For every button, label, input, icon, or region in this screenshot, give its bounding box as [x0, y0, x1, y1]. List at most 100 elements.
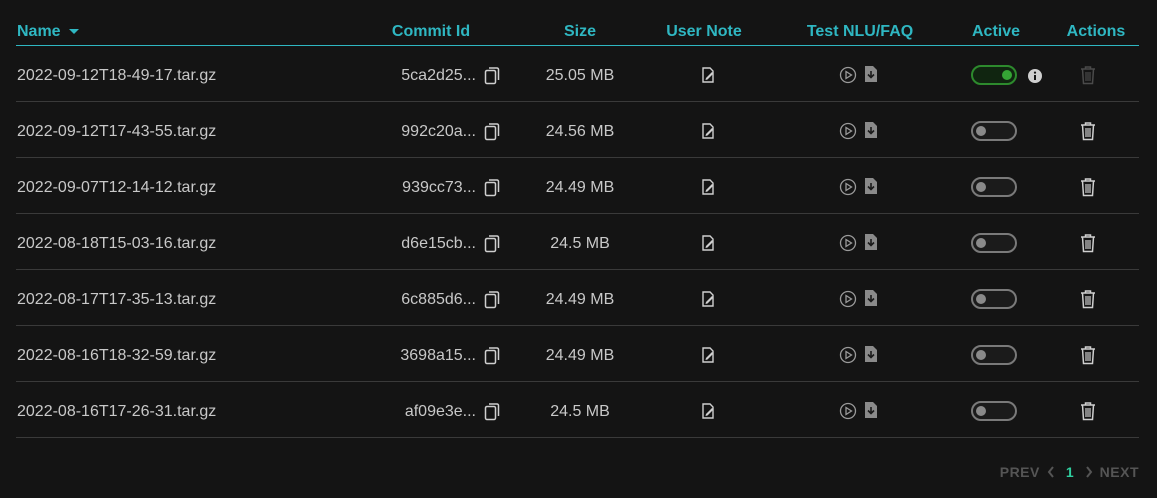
play-icon[interactable]	[839, 290, 857, 308]
toggle-knob	[976, 182, 986, 192]
active-toggle[interactable]	[971, 289, 1017, 309]
table-row: 2022-09-12T17-43-55.tar.gz 992c20a... 24…	[16, 102, 1139, 158]
download-file-icon[interactable]	[864, 401, 878, 419]
commit-id: 3698a15...	[400, 347, 476, 364]
active-toggle[interactable]	[971, 121, 1017, 141]
prev-button[interactable]: PREV	[1000, 464, 1040, 480]
row-size: 24.5 MB	[550, 403, 610, 420]
download-file-icon[interactable]	[864, 345, 878, 363]
row-name: 2022-08-17T17-35-13.tar.gz	[17, 291, 217, 308]
copy-icon[interactable]	[484, 347, 500, 365]
row-commit: 939cc73...	[356, 179, 506, 197]
column-header-name[interactable]: Name	[17, 23, 79, 41]
table-row: 2022-09-07T12-14-12.tar.gz 939cc73... 24…	[16, 158, 1139, 214]
commit-id: d6e15cb...	[401, 235, 476, 252]
column-header-actions: Actions	[1066, 23, 1126, 40]
edit-note-icon[interactable]	[699, 234, 717, 252]
trash-icon[interactable]	[1079, 401, 1097, 421]
copy-icon[interactable]	[484, 123, 500, 141]
play-icon[interactable]	[839, 234, 857, 252]
row-commit: 3698a15...	[356, 347, 506, 365]
active-toggle[interactable]	[971, 345, 1017, 365]
download-file-icon[interactable]	[864, 289, 878, 307]
edit-note-icon[interactable]	[699, 122, 717, 140]
download-file-icon[interactable]	[864, 65, 878, 83]
row-name: 2022-08-16T18-32-59.tar.gz	[17, 347, 217, 364]
table-row: 2022-08-18T15-03-16.tar.gz d6e15cb... 24…	[16, 214, 1139, 270]
trash-icon	[1079, 65, 1097, 85]
table-header: Name Commit Id Size User Note Test NLU/F…	[16, 16, 1139, 46]
table-row: 2022-08-17T17-35-13.tar.gz 6c885d6... 24…	[16, 270, 1139, 326]
toggle-knob	[976, 294, 986, 304]
row-size: 24.49 MB	[545, 291, 615, 308]
toggle-knob	[976, 350, 986, 360]
row-size: 24.5 MB	[550, 235, 610, 252]
play-icon[interactable]	[839, 66, 857, 84]
trash-icon[interactable]	[1079, 345, 1097, 365]
commit-id: af09e3e...	[404, 403, 476, 420]
row-commit: 6c885d6...	[356, 291, 506, 309]
copy-icon[interactable]	[484, 67, 500, 85]
table-row: 2022-08-16T18-32-59.tar.gz 3698a15... 24…	[16, 326, 1139, 382]
sort-desc-icon[interactable]	[68, 29, 79, 35]
active-toggle[interactable]	[971, 177, 1017, 197]
table-row: 2022-08-16T17-26-31.tar.gz af09e3e... 24…	[16, 382, 1139, 438]
edit-note-icon[interactable]	[699, 178, 717, 196]
chevron-right-icon[interactable]	[1084, 465, 1094, 479]
download-file-icon[interactable]	[864, 233, 878, 251]
trash-icon[interactable]	[1079, 289, 1097, 309]
active-toggle[interactable]	[971, 401, 1017, 421]
chevron-left-icon[interactable]	[1046, 465, 1056, 479]
toggle-knob	[976, 238, 986, 248]
download-file-icon[interactable]	[864, 121, 878, 139]
column-header-commit: Commit Id	[391, 23, 471, 40]
trash-icon[interactable]	[1079, 233, 1097, 253]
toggle-knob	[976, 126, 986, 136]
toggle-knob	[1002, 70, 1012, 80]
play-icon[interactable]	[839, 178, 857, 196]
row-commit: af09e3e...	[356, 403, 506, 421]
row-name: 2022-09-12T18-49-17.tar.gz	[17, 67, 217, 84]
commit-id: 992c20a...	[401, 123, 476, 140]
table-body: 2022-09-12T18-49-17.tar.gz 5ca2d25... 25…	[16, 46, 1139, 438]
copy-icon[interactable]	[484, 179, 500, 197]
info-icon[interactable]	[1027, 68, 1043, 84]
row-name: 2022-09-07T12-14-12.tar.gz	[17, 179, 217, 196]
play-icon[interactable]	[839, 402, 857, 420]
edit-note-icon[interactable]	[699, 290, 717, 308]
table-row: 2022-09-12T18-49-17.tar.gz 5ca2d25... 25…	[16, 46, 1139, 102]
model-table: Name Commit Id Size User Note Test NLU/F…	[16, 16, 1139, 438]
play-icon[interactable]	[839, 346, 857, 364]
row-name: 2022-08-18T15-03-16.tar.gz	[17, 235, 217, 252]
column-header-test: Test NLU/FAQ	[806, 23, 914, 40]
trash-icon[interactable]	[1079, 121, 1097, 141]
commit-id: 939cc73...	[402, 179, 476, 196]
row-commit: d6e15cb...	[356, 235, 506, 253]
row-size: 25.05 MB	[545, 67, 615, 84]
copy-icon[interactable]	[484, 291, 500, 309]
row-name: 2022-09-12T17-43-55.tar.gz	[17, 123, 217, 140]
page-number[interactable]: 1	[1066, 464, 1074, 480]
toggle-knob	[976, 406, 986, 416]
commit-id: 6c885d6...	[401, 291, 476, 308]
play-icon[interactable]	[839, 122, 857, 140]
row-size: 24.49 MB	[545, 179, 615, 196]
row-size: 24.56 MB	[545, 123, 615, 140]
column-header-name-label: Name	[17, 23, 61, 40]
column-header-size: Size	[563, 23, 596, 40]
active-toggle[interactable]	[971, 65, 1017, 85]
copy-icon[interactable]	[484, 403, 500, 421]
row-name: 2022-08-16T17-26-31.tar.gz	[17, 403, 217, 420]
edit-note-icon[interactable]	[699, 402, 717, 420]
row-size: 24.49 MB	[545, 347, 615, 364]
active-toggle[interactable]	[971, 233, 1017, 253]
next-button[interactable]: NEXT	[1100, 464, 1139, 480]
column-header-note: User Note	[666, 23, 742, 40]
pagination: PREV 1 NEXT	[1000, 464, 1139, 480]
column-header-active: Active	[971, 23, 1021, 40]
edit-note-icon[interactable]	[699, 66, 717, 84]
download-file-icon[interactable]	[864, 177, 878, 195]
copy-icon[interactable]	[484, 235, 500, 253]
trash-icon[interactable]	[1079, 177, 1097, 197]
edit-note-icon[interactable]	[699, 346, 717, 364]
